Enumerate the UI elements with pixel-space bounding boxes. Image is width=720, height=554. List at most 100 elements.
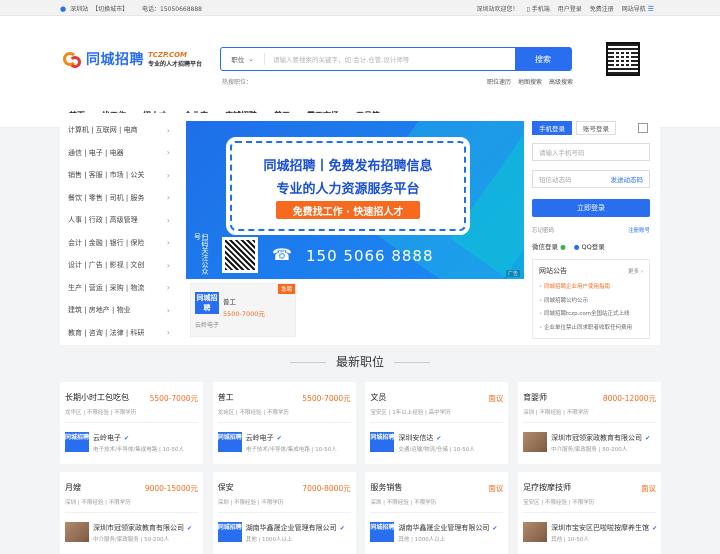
notice-item[interactable]: 同城招聘企业用户使用指南 [539, 282, 645, 296]
company-name-row[interactable]: 湖南华鑫晟企业管理有限公司 ✔ [398, 523, 497, 533]
company-info: 其他 | 1000人以上 [398, 537, 446, 543]
category-label: 生产 | 营运 | 采购 | 物流 [68, 283, 145, 292]
wechat-login[interactable]: 微信登录 ● [532, 241, 566, 251]
job-meta: 宝安区 | 不限经验 | 不限学历 [523, 500, 595, 506]
job-meta: 深圳 | 不限经验 | 不限学历 [65, 500, 131, 506]
banner-line3: 免费找工作 · 快速招人才 [276, 201, 420, 219]
company-info: 电子技术/半导体/集成电路 | 10-50人 [93, 447, 185, 453]
header: 同城招聘 TCZP.COM 专业的人才招聘平台 职位 ⌄ 请输入要搜索的关键字，… [0, 16, 720, 102]
company-name-row[interactable]: 深圳安信达 ✔ [398, 433, 441, 443]
job-salary: 9000-15000元 [144, 484, 198, 493]
register-account-link[interactable]: 注册账号 [628, 226, 650, 234]
banner-line2: 专业的人力资源服务平台 [276, 182, 420, 197]
site-logo[interactable]: 同城招聘 TCZP.COM 专业的人才招聘平台 [62, 48, 202, 70]
map-search-link[interactable]: 地图搜索 [518, 77, 542, 86]
job-title: 普工 [217, 393, 234, 402]
qq-label: QQ登录 [581, 243, 605, 251]
login-tabs: 手机登录 账号登录 [532, 121, 616, 135]
job-card[interactable]: 长期小时工包吃包 5500-7000元 龙华区 | 不限经验 | 不限学历 同城招聘云… [60, 382, 203, 464]
company-name-row[interactable]: 深圳市宝安区巴啦啦按摩养生馆 ✔ [551, 523, 657, 533]
category-item[interactable]: 通信 | 电子 | 电器 › [60, 142, 178, 165]
switch-city-link[interactable]: 【切换城市】 [92, 4, 128, 13]
verified-icon: ✔ [124, 434, 130, 442]
company-info: 中介服务/家政服务 | 50-200人 [551, 447, 628, 453]
job-salary: 7000-8000元 [302, 484, 351, 493]
job-salary: 面议 [488, 484, 504, 493]
category-item[interactable]: 销售 | 客服 | 市场 | 公关 › [60, 164, 178, 187]
verified-icon: ✔ [652, 524, 658, 532]
verified-icon: ✔ [339, 524, 345, 532]
social-login: 微信登录 ● ● QQ登录 [532, 241, 605, 251]
user-login-link[interactable]: 用户登录 [558, 4, 582, 13]
category-item[interactable]: 人事 | 行政 | 高级管理 › [60, 209, 178, 232]
job-meta: 龙华区 | 不限经验 | 不限学历 [65, 410, 137, 416]
verified-icon: ✔ [645, 434, 651, 442]
chevron-right-icon: › [166, 283, 170, 293]
search-bar: 职位 ⌄ 请输入要搜索的关键字，如:会计,仓管,设计师等 搜索 [220, 47, 572, 71]
company-name-row[interactable]: 深圳市冠领家政教育有限公司 ✔ [551, 433, 650, 443]
company-logo [65, 522, 89, 542]
qq-login[interactable]: ● QQ登录 [574, 241, 605, 251]
company-name: 深圳市冠领家政教育有限公司 [93, 524, 184, 532]
tab-account-login[interactable]: 账号登录 [576, 121, 616, 135]
category-item[interactable]: 生产 | 营运 | 采购 | 物流 › [60, 277, 178, 300]
job-card[interactable]: 普工 5500-7000元 龙岗区 | 不限经验 | 不限学历 同城招聘 云岭电子 ✔ 电子… [212, 382, 356, 464]
job-salary: 面议 [641, 484, 657, 493]
category-item[interactable]: 教育 | 咨询 | 法律 | 科研 › [60, 322, 178, 345]
category-label: 会计 | 金融 | 银行 | 保险 [68, 238, 145, 247]
hero-banner[interactable]: 同城招聘丨免费发布招聘信息 专业的人力资源服务平台 免费找工作 · 快速招人才 … [186, 121, 524, 279]
company-logo: 同城招聘 [370, 522, 394, 542]
verified-icon: ✔ [187, 524, 193, 532]
logo-slogan: 专业的人才招聘平台 [148, 60, 203, 68]
search-input[interactable]: 请输入要搜索的关键字，如:会计,仓管,设计师等 [265, 48, 515, 70]
featured-job-salary: 5500-7000元 [223, 310, 265, 318]
sms-code-input[interactable]: 短信动态码 发送动态码 [532, 170, 650, 188]
search-category-select[interactable]: 职位 ⌄ [221, 53, 265, 65]
search-link[interactable]: 职位速历 [487, 77, 511, 86]
company-name-row[interactable]: 湖南华鑫晟企业管理有限公司 ✔ [246, 523, 345, 533]
company-name-row[interactable]: 云岭电子 ✔ [93, 433, 129, 443]
category-label: 人事 | 行政 | 高级管理 [68, 216, 138, 225]
chevron-right-icon: › [166, 260, 170, 270]
notice-item[interactable]: 同城招聘公约公示 [539, 296, 645, 310]
company-name: 云岭电子 [245, 434, 274, 442]
chevron-right-icon: › [166, 215, 170, 225]
telephone-icon: ☎ [272, 245, 292, 264]
job-salary: 5500-7000元 [149, 394, 198, 403]
forgot-password-link[interactable]: 忘记密码 [532, 226, 554, 234]
notice-more-link[interactable]: 更多 › [628, 267, 643, 275]
tab-mobile-login[interactable]: 手机登录 [532, 121, 572, 135]
job-card[interactable]: 足疗按摩技师 面议 宝安区 | 不限经验 | 不限学历 深圳市宝安区巴啦啦按摩养生馆 ✔… [518, 472, 662, 554]
category-item[interactable]: 建筑 | 房地产 | 物业 › [60, 299, 178, 322]
register-link[interactable]: 免费注册 [590, 4, 614, 13]
advanced-search-link[interactable]: 高级搜索 [549, 77, 573, 86]
location: ● 深圳站 【切换城市】 [60, 4, 128, 14]
send-code-button[interactable]: 发送动态码 [611, 174, 644, 184]
job-card[interactable]: 月嫂 9000-15000元 深圳 | 不限经验 | 不限学历 深圳市冠领家政教育有限… [60, 472, 203, 554]
menu-icon: ☰ [647, 5, 654, 13]
category-item[interactable]: 餐饮 | 零售 | 司机 | 服务 › [60, 187, 178, 210]
category-item[interactable]: 计算机 | 互联网 | 电商 › [60, 119, 178, 142]
search-button[interactable]: 搜索 [515, 48, 571, 70]
job-card[interactable]: 育婴师 8000-12000元 深圳 | 不限经验 | 不限学历 深圳市冠领家政教育有… [518, 382, 662, 464]
mobile-link[interactable]: ▯ 手机端 [527, 4, 550, 13]
job-card[interactable]: 服务销售 面议 深圳 | 不限经验 | 不限学历 同城招聘 湖南华鑫晟企业管理有限公司 ✔… [365, 472, 509, 554]
site-nav-link[interactable]: 网站导航 ☰ [622, 4, 654, 13]
login-button[interactable]: 立即登录 [532, 199, 650, 217]
notice-item[interactable]: 同城招聘tczp.com全国站正式上线 [539, 309, 645, 323]
qq-icon: ● [573, 243, 580, 251]
job-card[interactable]: 保安 7000-8000元 深圳 | 不限经验 | 不限学历 同城招聘 湖南华鑫晟企业管… [212, 472, 356, 554]
company-name-row[interactable]: 深圳市冠领家政教育有限公司 ✔ [93, 523, 192, 533]
category-item[interactable]: 设计 | 广告 | 影视 | 文创 › [60, 254, 178, 277]
company-name-row[interactable]: 云岭电子 ✔ [246, 433, 282, 443]
featured-job-card[interactable]: 同城招聘 普工 5500-7000元 云岭电子 急聘 [190, 283, 296, 337]
job-salary: 面议 [488, 394, 504, 403]
category-item[interactable]: 会计 | 金融 | 银行 | 保险 › [60, 232, 178, 255]
job-card[interactable]: 文员 面议 宝安区 | 1年以上经验 | 高中学历 同城招聘 深圳安信达 ✔ 交通/运输/物… [365, 382, 509, 464]
phone-input[interactable]: 请输入手机号码 [532, 143, 650, 161]
qr-login-icon[interactable] [638, 123, 648, 133]
category-menu: 计算机 | 互联网 | 电商 › 通信 | 电子 | 电器 › 销售 | 客服 | … [60, 113, 178, 344]
hotline: 电话：15050668888 [142, 6, 202, 13]
search-category-label: 职位 [231, 56, 245, 64]
notice-item[interactable]: 企业单位禁止同求职者收取任何费用 [539, 323, 645, 337]
